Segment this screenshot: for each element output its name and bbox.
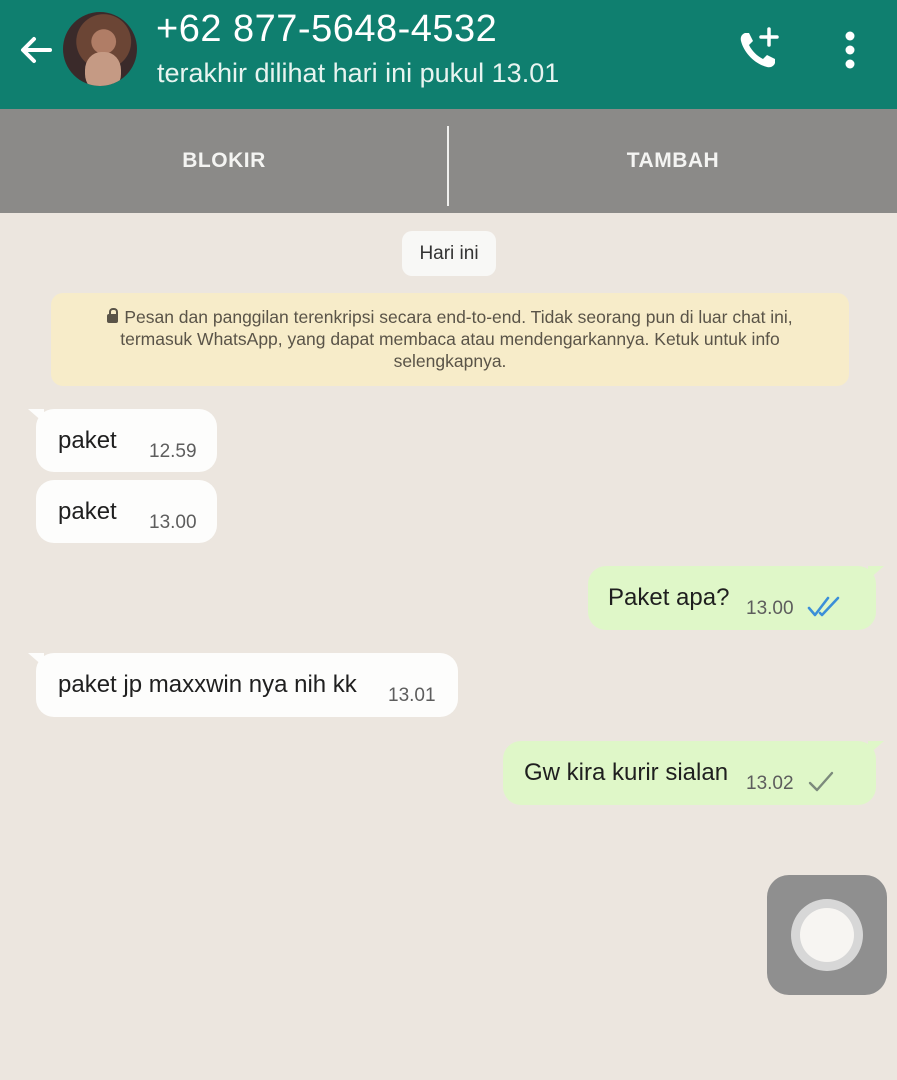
message-time: 13.00	[746, 598, 794, 619]
contact-name[interactable]: +62 877-5648-4532	[156, 8, 497, 51]
message-bubble-incoming[interactable]: paket 12.59	[28, 409, 217, 472]
bubble-tail	[868, 566, 884, 580]
bubble-tail	[28, 409, 44, 423]
message-time: 13.01	[388, 685, 436, 706]
add-call-icon[interactable]	[733, 25, 783, 75]
message-text: paket	[58, 498, 117, 525]
add-contact-button[interactable]: TAMBAH	[449, 109, 897, 213]
message-text: paket jp maxxwin nya nih kk	[58, 671, 357, 698]
message-text: Gw kira kurir sialan	[524, 759, 729, 786]
lock-icon	[107, 308, 119, 323]
message-time: 12.59	[149, 441, 197, 462]
assistive-touch-button[interactable]	[767, 875, 887, 995]
message-text: paket	[58, 427, 117, 454]
chat-header: +62 877-5648-4532 terakhir dilihat hari …	[0, 0, 897, 109]
message-time: 13.02	[746, 773, 794, 794]
last-seen-status: terakhir dilihat hari ini pukul 13.01	[157, 58, 560, 88]
message-text: Paket apa?	[608, 584, 730, 611]
assistive-touch-icon	[800, 908, 854, 962]
bubble-tail	[28, 653, 44, 667]
message-time: 13.00	[149, 512, 197, 533]
bubble-tail	[868, 741, 884, 755]
avatar[interactable]	[63, 12, 137, 86]
message-bubble-incoming[interactable]: paket jp maxxwin nya nih kk 13.01	[28, 653, 458, 717]
back-arrow-icon[interactable]	[14, 28, 58, 72]
date-separator: Hari ini	[402, 231, 496, 276]
message-bubble-outgoing[interactable]: Gw kira kurir sialan 13.02	[503, 741, 884, 805]
encryption-notice[interactable]: Pesan dan panggilan terenkripsi secara e…	[51, 293, 849, 386]
message-bubble-incoming[interactable]: paket 13.00	[36, 480, 217, 543]
block-button[interactable]: BLOKIR	[0, 109, 448, 213]
sent-check-icon	[806, 769, 838, 802]
encryption-notice-text: Pesan dan panggilan terenkripsi secara e…	[120, 307, 793, 371]
unknown-contact-actions: BLOKIR TAMBAH	[0, 109, 897, 213]
message-bubble-outgoing[interactable]: Paket apa? 13.00	[588, 566, 884, 630]
more-vertical-icon[interactable]	[832, 26, 868, 76]
read-double-check-icon	[806, 594, 846, 627]
